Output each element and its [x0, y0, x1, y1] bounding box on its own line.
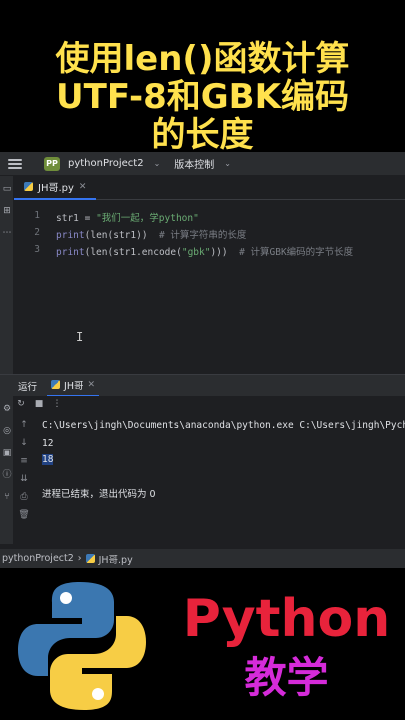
scroll-end-icon[interactable]: ⇊	[18, 474, 30, 484]
console-line: C:\Users\jingh\Documents\anaconda\python…	[42, 420, 405, 431]
python-file-icon	[24, 182, 33, 191]
breadcrumb-file[interactable]: JH哥.py	[99, 552, 133, 566]
code-token: (len(str1))	[84, 230, 148, 241]
print-icon[interactable]: ⎙	[18, 492, 30, 502]
title-line-1: 使用len()函数计算	[55, 39, 350, 79]
python-brand-text: Python	[182, 589, 391, 649]
run-panel-title: 运行	[18, 381, 38, 393]
project-tool-icon[interactable]: ▭	[2, 184, 12, 194]
code-token: print	[56, 247, 85, 258]
breadcrumb-project[interactable]: pythonProject2	[2, 553, 74, 564]
code-token: (len(str1.encode(	[84, 247, 182, 258]
arrow-down-icon[interactable]: ↓	[18, 438, 30, 448]
console-line-selected: 18	[42, 454, 54, 465]
run-toolbar: ↻ ■ ⋮	[14, 396, 405, 412]
console-actions: ↑ ↓ ≡ ⇊ ⎙ 🗑	[14, 414, 34, 534]
more-icon[interactable]: ⋮	[52, 399, 62, 409]
run-tab[interactable]: JH哥 ✕	[47, 375, 100, 397]
code-editor[interactable]: 1 2 3 str1 = "我们一起，学python" print(len(st…	[14, 200, 405, 380]
trash-icon[interactable]: 🗑	[18, 510, 30, 520]
debug-tool-icon[interactable]: ⚙	[2, 404, 12, 414]
chevron-right-icon: ›	[77, 553, 82, 564]
run-panel-header: 运行 JH哥 ✕	[0, 374, 405, 397]
tool-window-strip: ▭ ⊞ ⋯ ▷ ⚙ ◎ ▣ ⓘ ⑂	[0, 176, 14, 544]
console-output[interactable]: C:\Users\jingh\Documents\anaconda\python…	[42, 420, 405, 540]
vcs-menu[interactable]: 版本控制	[174, 156, 214, 171]
console-line: 进程已结束，退出代码为 0	[42, 489, 156, 500]
ide-window: PP pythonProject2 ⌄ 版本控制 ⌄ ▭ ⊞ ⋯ ▷ ⚙ ◎ ▣…	[0, 152, 405, 568]
close-icon[interactable]: ✕	[87, 380, 95, 390]
code-line-1: str1 = "我们一起，学python"	[56, 210, 199, 224]
main-menu-icon[interactable]	[8, 158, 22, 169]
project-badge: PP	[44, 156, 60, 171]
python-logo-icon	[18, 582, 146, 710]
chevron-down-icon: ⌄	[153, 159, 161, 168]
code-token: rint	[61, 230, 85, 241]
title-line-2: UTF-8和GBK编码	[56, 77, 349, 117]
python-file-icon	[51, 380, 61, 389]
line-number: 3	[34, 244, 40, 255]
terminal-tool-icon[interactable]: ▣	[2, 448, 12, 458]
editor-tab-label: JH哥.py	[38, 183, 74, 194]
arrow-up-icon[interactable]: ↑	[18, 420, 30, 430]
structure-tool-icon[interactable]: ⊞	[2, 206, 12, 216]
editor-tab-jh[interactable]: JH哥.py ✕	[14, 176, 97, 200]
code-token: str1	[56, 213, 79, 224]
teaching-label: 教学	[244, 653, 329, 702]
code-comment: # 计算GBK编码的字节长度	[227, 247, 354, 258]
stop-icon[interactable]: ■	[34, 399, 44, 409]
python-file-icon	[85, 554, 95, 563]
console-line: 12	[42, 438, 54, 449]
git-tool-icon[interactable]: ⑂	[2, 492, 12, 502]
code-comment: # 计算字符串的长度	[147, 230, 247, 241]
video-title: 使用len()函数计算 UTF-8和GBK编码 的长度	[0, 40, 405, 154]
text-cursor-icon: I	[76, 330, 84, 344]
chevron-down-icon: ⌄	[224, 159, 231, 168]
code-line-3: print(len(str1.encode("gbk"))) # 计算GBK编码…	[56, 244, 353, 258]
line-number: 1	[34, 210, 40, 221]
editor-tab-bar: JH哥.py ✕	[14, 176, 405, 200]
line-gutter: 1 2 3	[14, 200, 44, 380]
run-tab-label: JH哥	[64, 380, 84, 392]
close-icon[interactable]: ✕	[79, 182, 87, 192]
line-number: 2	[34, 227, 40, 238]
soft-wrap-icon[interactable]: ≡	[18, 456, 30, 466]
code-line-2: print(len(str1)) # 计算字符串的长度	[56, 227, 246, 241]
main-toolbar: PP pythonProject2 ⌄ 版本控制 ⌄	[0, 152, 405, 176]
services-tool-icon[interactable]: ◎	[2, 426, 12, 436]
problems-tool-icon[interactable]: ⓘ	[2, 470, 12, 480]
rerun-icon[interactable]: ↻	[16, 399, 26, 409]
code-token: )))	[210, 247, 228, 258]
more-tools-icon[interactable]: ⋯	[2, 228, 12, 238]
title-line-3: 的长度	[151, 115, 254, 155]
status-bar: pythonProject2 › JH哥.py	[0, 548, 405, 568]
code-string: "gbk"	[181, 247, 211, 258]
code-string: "我们一起，学python"	[96, 213, 199, 224]
project-switcher[interactable]: pythonProject2	[68, 158, 144, 169]
code-token: =	[78, 213, 97, 224]
